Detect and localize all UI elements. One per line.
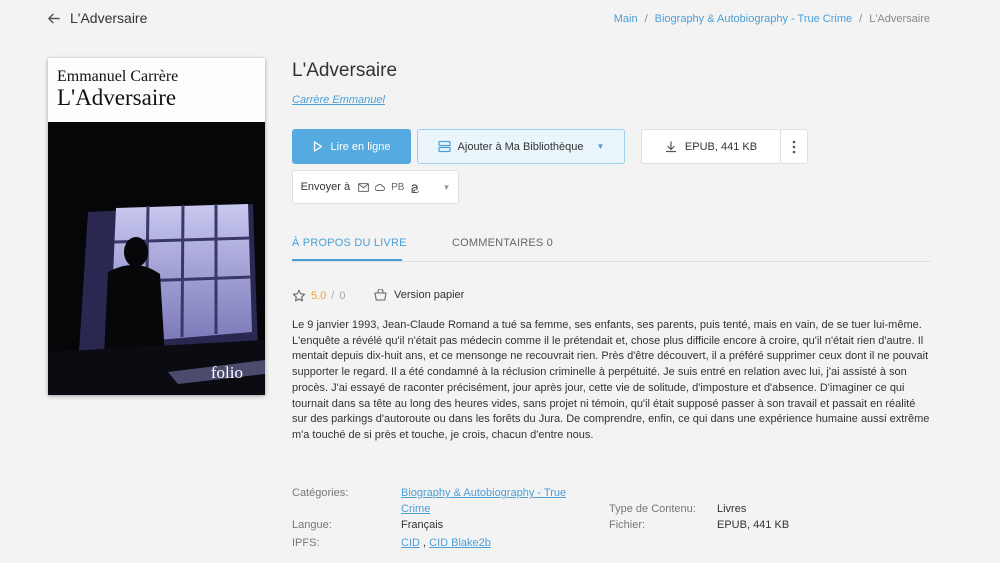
- tab-about[interactable]: À PROPOS DU LIVRE: [292, 237, 407, 249]
- top-bar: L'Adversaire Main / Biography & Autobiog…: [0, 0, 1000, 38]
- add-to-library-button[interactable]: Ajouter à Ma Bibliothèque ▼: [417, 129, 625, 164]
- send-to-label: Envoyer à: [300, 181, 351, 193]
- add-to-library-label: Ajouter à Ma Bibliothèque: [457, 140, 584, 153]
- star-icon: [292, 289, 306, 302]
- library-icon: [437, 140, 451, 153]
- rating-separator: /: [331, 290, 335, 302]
- ipfs-separator: ,: [423, 537, 427, 549]
- paper-version-label: Version papier: [394, 289, 465, 301]
- basket-icon: [374, 289, 387, 301]
- language-label: Langue:: [292, 519, 332, 531]
- breadcrumb-separator: /: [644, 13, 648, 25]
- categories-label: Catégories:: [292, 487, 349, 499]
- email-icon: [358, 182, 370, 192]
- cloud-icon: [375, 183, 386, 191]
- book-title: L'Adversaire: [292, 60, 398, 81]
- language-value: Français: [401, 519, 444, 531]
- chevron-down-icon: ▼: [442, 182, 451, 192]
- active-tab-indicator: [292, 259, 402, 261]
- breadcrumb-current: L'Adversaire: [869, 13, 930, 25]
- cover-title: L'Adversaire: [57, 85, 177, 110]
- read-online-label: Lire en ligne: [330, 140, 391, 153]
- pocketbook-label: PB: [391, 181, 405, 193]
- cover-author: Emmanuel Carrère: [57, 68, 179, 85]
- breadcrumb-separator: /: [859, 13, 863, 25]
- book-description: Le 9 janvier 1993, Jean-Claude Romand a …: [292, 319, 930, 441]
- download-epub-label: EPUB, 441 KB: [684, 140, 758, 153]
- content-type-value: Livres: [717, 503, 747, 515]
- publisher-logo: folio: [210, 363, 243, 382]
- content-type-label: Type de Contenu:: [609, 503, 696, 515]
- breadcrumb: Main / Biography & Autobiography - True …: [614, 13, 930, 25]
- ipfs-label: IPFS:: [292, 537, 320, 549]
- breadcrumb-main[interactable]: Main: [614, 13, 638, 25]
- paper-version-link[interactable]: Version papier: [374, 289, 464, 301]
- play-icon: [313, 141, 322, 152]
- file-value: EPUB, 441 KB: [717, 519, 790, 531]
- more-options-button[interactable]: [780, 129, 808, 164]
- amazon-icon: [411, 183, 420, 193]
- breadcrumb-category[interactable]: Biography & Autobiography - True Crime: [655, 13, 853, 25]
- author-link[interactable]: Carrère Emmanuel: [292, 94, 385, 106]
- more-vertical-icon: [792, 140, 796, 153]
- tab-comments[interactable]: COMMENTAIRES 0: [452, 237, 553, 249]
- download-icon: [665, 140, 677, 152]
- categories-link-continued[interactable]: Crime: [401, 503, 430, 515]
- arrow-left-icon: [48, 13, 60, 23]
- read-online-button[interactable]: Lire en ligne: [292, 129, 411, 164]
- send-to-button[interactable]: Envoyer à PB ▼: [292, 170, 459, 204]
- rating-count: 0: [339, 290, 346, 302]
- book-cover[interactable]: Emmanuel Carrère L'Adversaire folio: [48, 58, 265, 395]
- chevron-down-icon: ▼: [596, 142, 605, 151]
- cover-header: Emmanuel Carrère L'Adversaire: [48, 58, 265, 122]
- ipfs-cid-link[interactable]: CID: [401, 537, 420, 549]
- rating-score: 5.0: [311, 290, 327, 302]
- back-button[interactable]: L'Adversaire: [46, 10, 147, 26]
- file-label: Fichier:: [609, 519, 646, 531]
- book-tabs: À PROPOS DU LIVRE COMMENTAIRES 0: [292, 226, 930, 262]
- download-epub-button[interactable]: EPUB, 441 KB: [641, 129, 781, 164]
- ipfs-blake2b-link[interactable]: CID Blake2b: [429, 537, 491, 549]
- ipfs-links: CID , CID Blake2b: [401, 537, 491, 549]
- rating[interactable]: 5.0 / 0: [292, 289, 345, 303]
- cover-illustration: folio: [48, 122, 265, 395]
- categories-link[interactable]: Biography & Autobiography - True: [401, 487, 566, 499]
- back-title: L'Adversaire: [70, 10, 148, 26]
